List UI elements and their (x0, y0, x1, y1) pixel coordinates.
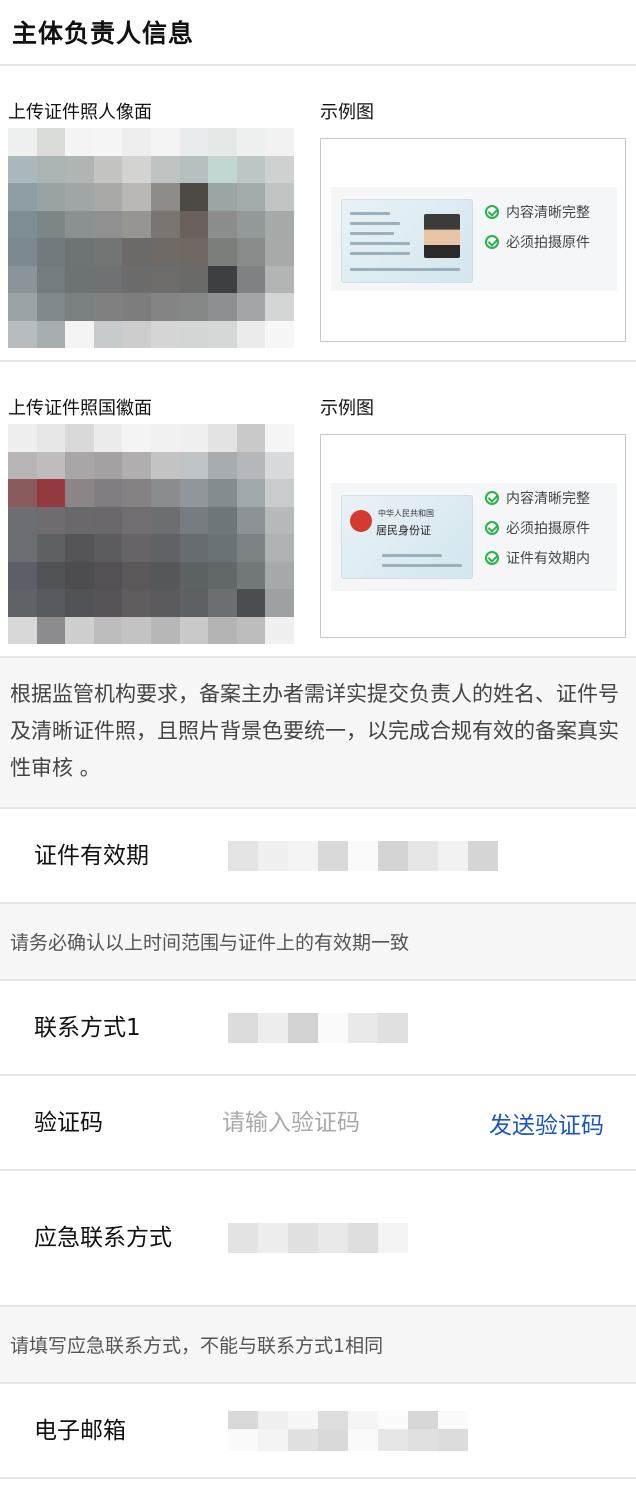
emergency-value[interactable] (186, 1223, 636, 1253)
compliance-notice: 根据监管机构要求，备案主办者需详实提交负责人的姓名、证件号及清晰证件照，且照片背… (0, 658, 636, 809)
example-emblem-image: 中华人民共和国 居民身份证 内容清晰完整 必须拍摄原件 证件有效期内 (320, 434, 626, 638)
example-label: 示例图 (320, 398, 374, 419)
uploaded-emblem-image[interactable] (8, 424, 294, 644)
national-emblem-icon (350, 510, 372, 532)
id-card-back-sample: 中华人民共和国 居民身份证 (341, 495, 473, 579)
contact1-row: 联系方式1 (0, 981, 636, 1076)
redacted-value (228, 1223, 408, 1253)
check-circle-icon (485, 235, 499, 249)
example-label: 示例图 (320, 102, 374, 123)
emergency-hint: 请填写应急联系方式，不能与联系方式1相同 (0, 1307, 636, 1384)
check-item: 必须拍摄原件 (485, 227, 590, 257)
redacted-value (228, 840, 558, 871)
contact1-label: 联系方式1 (34, 1014, 141, 1041)
verify-code-row: 验证码 发送验证码 (0, 1076, 636, 1171)
id-validity-hint: 请务必确认以上时间范围与证件上的有效期一致 (0, 904, 636, 981)
check-circle-icon (485, 521, 499, 535)
example-portrait-image: 内容清晰完整 必须拍摄原件 (320, 138, 626, 342)
id-validity-label: 证件有效期 (34, 842, 149, 869)
upload-emblem-section: 上传证件照国徽面 示例图 中华人民共和国 居民身份证 内容清晰完整 必须拍摄原件 (0, 362, 636, 658)
uploaded-portrait-image[interactable] (8, 128, 294, 348)
emergency-row: 应急联系方式 (0, 1171, 636, 1307)
check-circle-icon (485, 551, 499, 565)
emergency-label: 应急联系方式 (34, 1225, 172, 1251)
example-check-list: 内容清晰完整 必须拍摄原件 证件有效期内 (485, 483, 590, 573)
upload-portrait-section: 上传证件照人像面 示例图 内容清晰完整 必须拍摄原件 (0, 66, 636, 362)
example-check-list: 内容清晰完整 必须拍摄原件 (485, 197, 590, 257)
email-value[interactable] (186, 1410, 636, 1451)
verify-code-input[interactable] (222, 1109, 422, 1136)
check-item: 内容清晰完整 (485, 483, 590, 513)
redacted-value (228, 1410, 468, 1451)
email-row: 电子邮箱 (0, 1384, 636, 1479)
id-validity-value[interactable] (186, 840, 636, 871)
id-validity-row: 证件有效期 (0, 809, 636, 904)
id-card-front-sample (341, 199, 473, 283)
check-circle-icon (485, 491, 499, 505)
send-code-button[interactable]: 发送验证码 (489, 1106, 604, 1140)
verify-code-label: 验证码 (34, 1109, 103, 1136)
check-item: 内容清晰完整 (485, 197, 590, 227)
upload-portrait-label: 上传证件照人像面 (8, 102, 152, 123)
check-item: 证件有效期内 (485, 543, 590, 573)
section-header: 主体负责人信息 (0, 0, 636, 66)
redacted-value (228, 1012, 408, 1043)
check-circle-icon (485, 205, 499, 219)
check-item: 必须拍摄原件 (485, 513, 590, 543)
section-title: 主体负责人信息 (12, 19, 195, 48)
contact1-value[interactable] (186, 1012, 636, 1043)
upload-emblem-label: 上传证件照国徽面 (8, 398, 152, 419)
email-label: 电子邮箱 (34, 1417, 126, 1444)
